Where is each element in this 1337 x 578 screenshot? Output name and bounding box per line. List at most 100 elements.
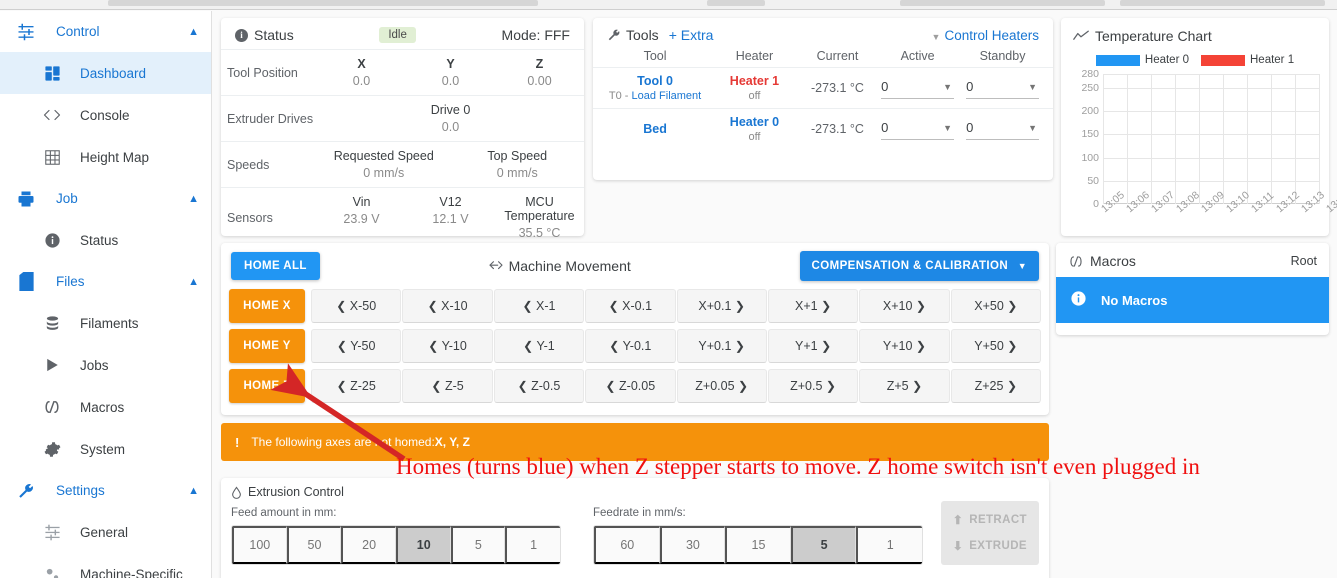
sidebar-group-job[interactable]: Job ▲ (0, 178, 211, 219)
control-heaters-button[interactable]: ▼ Control Heaters (932, 28, 1039, 43)
move-z-minus-5[interactable]: ❮ Z-5 (402, 369, 493, 403)
retract-button[interactable]: ⬆ RETRACT (951, 507, 1029, 533)
sidebar-item-console[interactable]: Console (0, 94, 211, 136)
feed-amount-5[interactable]: 5 (450, 526, 506, 564)
move-x-minus-1[interactable]: ❮ X-1 (493, 289, 585, 323)
gridline-y (1103, 74, 1319, 75)
move-x-plus-10[interactable]: X+10 ❯ (859, 289, 950, 323)
compensation-calibration-button[interactable]: COMPENSATION & CALIBRATION ▼ (799, 251, 1039, 281)
sidebar-group-files[interactable]: Files ▲ (0, 261, 211, 302)
machine-movement-panel: HOME ALL Machine Movement COMPENSATION &… (221, 243, 1049, 415)
chevron-right-icon: ❯ (734, 299, 745, 313)
sidebar-item-general[interactable]: General (0, 511, 211, 553)
home-y-button[interactable]: HOME Y (229, 329, 305, 363)
sidebar-item-label: Dashboard (80, 65, 147, 81)
sidebar-item-status[interactable]: Status (0, 219, 211, 261)
move-z-plus-5[interactable]: Z+5 ❯ (859, 369, 950, 403)
status-cell: Drive 0 0.0 (317, 96, 584, 141)
chevron-right-icon: ❯ (915, 339, 926, 353)
heater-name-link[interactable]: Heater 1 (709, 74, 800, 88)
chevron-up-icon: ▲ (188, 25, 199, 38)
active-temperature-select[interactable]: 0 ▼ (881, 118, 955, 140)
move-x-minus-0.1[interactable]: ❮ X-0.1 (585, 289, 676, 323)
move-x-plus-0.1[interactable]: X+0.1 ❯ (676, 289, 767, 323)
move-x-minus-10[interactable]: ❮ X-10 (402, 289, 493, 323)
standby-temperature-select[interactable]: 0 ▼ (966, 118, 1039, 140)
tool-name-link[interactable]: Tool 0 (601, 74, 709, 88)
feedrate-1[interactable]: 1 (856, 526, 922, 564)
home-x-button[interactable]: HOME X (229, 289, 305, 323)
sidebar-item-filaments[interactable]: Filaments (0, 302, 211, 344)
standby-temperature-select[interactable]: 0 ▼ (966, 77, 1039, 99)
warning-text: The following axes are not homed: (251, 435, 435, 449)
move-y-minus-50[interactable]: ❮ Y-50 (311, 329, 402, 363)
feed-amount-10[interactable]: 10 (395, 526, 451, 564)
home-all-button[interactable]: HOME ALL (231, 252, 320, 280)
move-z-plus-0.5[interactable]: Z+0.5 ❯ (767, 369, 859, 403)
legend-swatch-heater0 (1095, 54, 1140, 66)
move-x-plus-50[interactable]: X+50 ❯ (950, 289, 1041, 323)
move-y-plus-1[interactable]: Y+1 ❯ (767, 329, 859, 363)
macros-root-breadcrumb[interactable]: Root (1291, 254, 1317, 268)
status-cell-key: V12 (439, 195, 462, 209)
feedrate-5[interactable]: 5 (790, 526, 857, 564)
move-y-plus-0.1[interactable]: Y+0.1 ❯ (676, 329, 767, 363)
warning-icon: ! (235, 434, 240, 450)
move-z-minus-0.5[interactable]: ❮ Z-0.5 (493, 369, 585, 403)
feed-amount-caption: Feed amount in mm: (231, 507, 337, 519)
status-row-label: Sensors (227, 210, 273, 225)
move-z-minus-0.05[interactable]: ❮ Z-0.05 (585, 369, 676, 403)
sidebar-group-control[interactable]: Control ▲ (0, 11, 211, 52)
move-z-minus-25[interactable]: ❮ Z-25 (311, 369, 402, 403)
move-y-minus-10[interactable]: ❮ Y-10 (402, 329, 493, 363)
sidebar-item-dashboard[interactable]: Dashboard (0, 52, 211, 94)
move-x-plus-1[interactable]: X+1 ❯ (767, 289, 859, 323)
add-extra-button[interactable]: + Extra (669, 27, 714, 43)
tool-prefix: T0 - (608, 90, 632, 102)
sidebar-item-system[interactable]: System (0, 428, 211, 470)
gridline-y (1103, 157, 1319, 159)
move-z-plus-25[interactable]: Z+25 ❯ (950, 369, 1041, 403)
sidebar-item-jobs[interactable]: Jobs (0, 344, 211, 386)
status-row-speeds: Speeds Requested Speed 0 mm/s Top Speed … (221, 141, 584, 187)
bed-name-link[interactable]: Bed (601, 122, 709, 136)
chevron-right-icon: ❯ (912, 379, 923, 393)
chevron-down-icon: ▼ (1028, 123, 1037, 133)
move-x-minus-50[interactable]: ❮ X-50 (311, 289, 402, 323)
status-row-label: Extruder Drives (227, 111, 314, 126)
sidebar-item-machine-specific[interactable]: Machine-Specific (0, 553, 211, 578)
feedrate-group: Feedrate in mm/s: 60 30 15 5 1 (593, 507, 923, 565)
move-y-minus-0.1[interactable]: ❮ Y-0.1 (585, 329, 676, 363)
move-y-minus-1[interactable]: ❮ Y-1 (493, 329, 585, 363)
home-z-button[interactable]: HOME Z (229, 369, 305, 403)
sidebar-item-height-map[interactable]: Height Map (0, 136, 211, 178)
feedrate-60[interactable]: 60 (594, 526, 660, 564)
feed-amount-100[interactable]: 100 (232, 526, 287, 564)
gridline-x (1319, 74, 1320, 204)
legend-item[interactable]: Heater 0 (1095, 54, 1189, 66)
active-temperature-select[interactable]: 0 ▼ (881, 77, 955, 99)
extrude-button[interactable]: ⬇ EXTRUDE (951, 533, 1029, 559)
standby-temperature-value: 0 (966, 79, 974, 94)
sidebar-item-macros[interactable]: Macros (0, 386, 211, 428)
move-z-plus-0.05[interactable]: Z+0.05 ❯ (676, 369, 767, 403)
sidebar-group-settings[interactable]: Settings ▲ (0, 470, 211, 511)
sidebar-item-label: Console (80, 107, 130, 123)
feed-amount-1[interactable]: 1 (505, 526, 560, 564)
feed-amount-50[interactable]: 50 (286, 526, 342, 564)
chevron-left-icon: ❮ (609, 339, 620, 353)
feedrate-15[interactable]: 15 (725, 526, 791, 564)
chevron-left-icon: ❮ (336, 299, 347, 313)
move-y-plus-10[interactable]: Y+10 ❯ (859, 329, 950, 363)
chevron-down-icon: ▼ (931, 31, 941, 42)
retract-extrude-group: ⬆ RETRACT ⬇ EXTRUDE (940, 501, 1039, 565)
gridline-x (1198, 74, 1200, 204)
move-y-plus-50[interactable]: Y+50 ❯ (950, 329, 1041, 363)
sidebar-item-label: Filaments (80, 315, 139, 331)
step-label: Y-10 (441, 339, 467, 353)
feedrate-30[interactable]: 30 (659, 526, 726, 564)
feed-amount-20[interactable]: 20 (341, 526, 396, 564)
legend-item[interactable]: Heater 1 (1201, 54, 1294, 66)
heater-name-link[interactable]: Heater 0 (709, 115, 800, 129)
load-filament-link[interactable]: Load Filament (632, 90, 702, 102)
